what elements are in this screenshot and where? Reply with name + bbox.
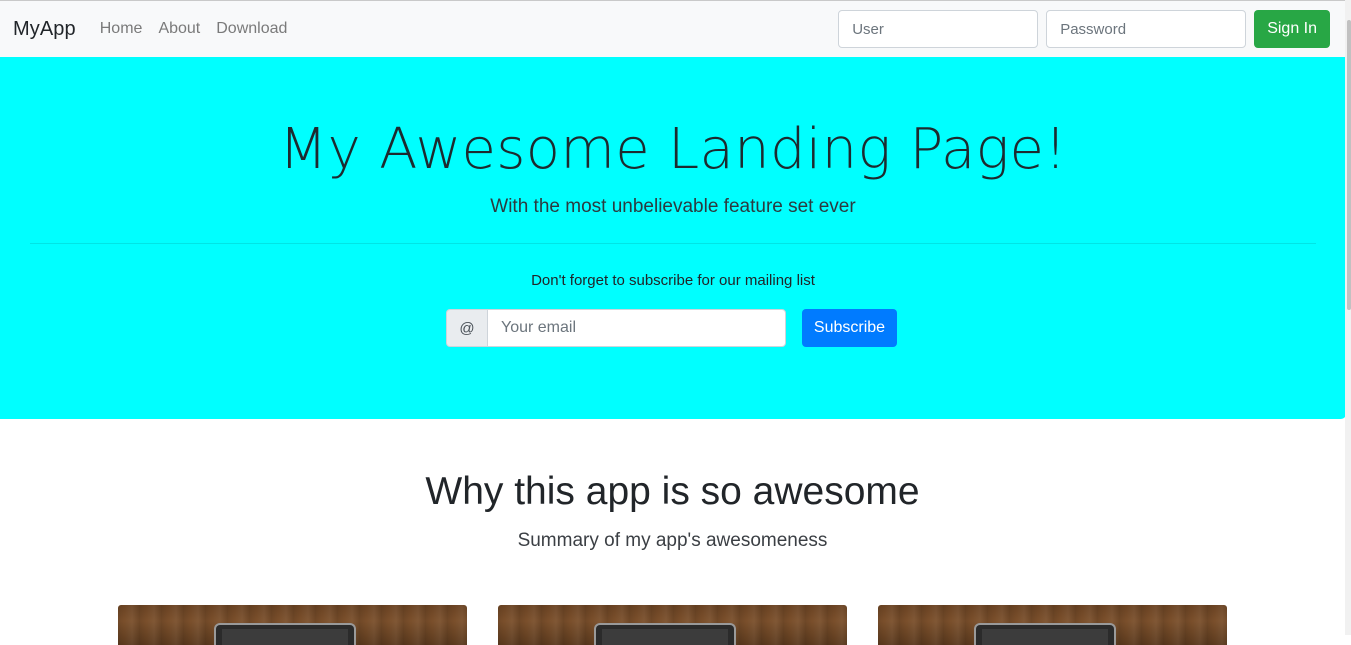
feature-card-image-2 [498,605,847,645]
email-input[interactable] [487,309,786,347]
features-subtitle: Summary of my app's awesomeness [517,530,828,551]
signin-button[interactable]: Sign In [1254,10,1330,48]
hero-divider [30,243,1316,244]
password-input[interactable] [1046,10,1247,48]
hero-title: My Awesome Landing Page! [278,117,1068,182]
user-input[interactable] [838,10,1039,48]
feature-card-image-3 [878,605,1227,645]
subscribe-note: Don't forget to subscribe for our mailin… [531,272,815,289]
hero-subtitle: With the most unbelievable feature set e… [490,196,856,217]
laptop-image [974,623,1116,645]
laptop-image [594,623,736,645]
signin-form: Sign In [838,10,1330,48]
feature-card-image-1 [118,605,467,645]
laptop-image [214,623,356,645]
nav-link-home[interactable]: Home [100,20,143,38]
nav-link-download[interactable]: Download [216,20,287,38]
brand-logo[interactable]: MyApp [13,18,76,41]
scrollbar-thumb[interactable] [1347,20,1351,310]
top-navbar: MyApp Home About Download Sign In [0,0,1345,57]
page-scrollbar[interactable] [1345,0,1351,635]
nav-link-about[interactable]: About [158,20,200,38]
subscribe-form: @ Subscribe [446,309,897,347]
nav-links: Home About Download [92,20,296,38]
subscribe-button[interactable]: Subscribe [802,309,897,347]
at-symbol-addon: @ [446,309,487,347]
hero-jumbotron: My Awesome Landing Page! With the most u… [0,57,1346,419]
features-title: Why this app is so awesome [425,470,920,513]
